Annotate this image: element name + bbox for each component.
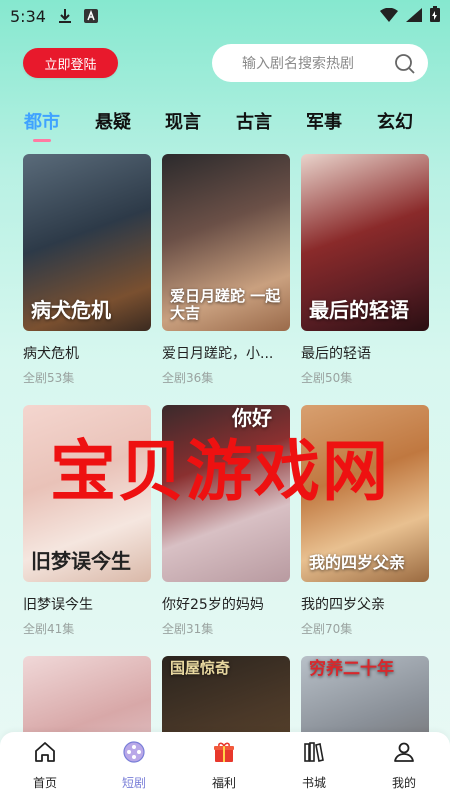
card-title: 你好25岁的妈妈	[162, 597, 264, 613]
poster-image[interactable]: 最后的轻语	[301, 154, 429, 331]
tab-guyan[interactable]: 古言	[236, 108, 272, 134]
drama-card[interactable]	[23, 656, 151, 734]
nav-bookstore[interactable]: 书城	[279, 740, 349, 791]
episode-count: 全剧53集	[23, 371, 75, 385]
poster-title: 我的四岁父亲	[309, 553, 406, 573]
card-title: 病犬危机	[23, 346, 79, 362]
wifi-icon	[380, 7, 398, 26]
bottom-nav: 首页 短剧 福利 书城 我的	[0, 732, 450, 800]
card-title: 旧梦误今生	[23, 597, 93, 613]
a-box-icon	[83, 9, 98, 23]
poster-image[interactable]: 穷养二十年	[301, 656, 429, 734]
download-icon	[58, 8, 72, 24]
nav-label: 我的	[391, 776, 416, 790]
episode-count: 全剧70集	[301, 622, 353, 636]
episode-count: 全剧31集	[162, 622, 214, 636]
poster-title: 最后的轻语	[309, 298, 409, 322]
card-title: 爱日月蹉跎，小...	[162, 346, 274, 362]
status-bar: 5:34	[0, 0, 450, 32]
tab-xuanyi[interactable]: 悬疑	[95, 108, 131, 134]
search-icon[interactable]	[394, 53, 416, 79]
header: 立即登陆 输入剧名搜索热剧	[0, 44, 450, 84]
books-icon	[302, 740, 326, 768]
search-placeholder: 输入剧名搜索热剧	[242, 56, 354, 72]
card-title: 最后的轻语	[301, 346, 371, 362]
tab-junshi[interactable]: 军事	[306, 108, 342, 134]
episode-count: 全剧36集	[162, 371, 214, 385]
active-tab-indicator	[33, 139, 51, 142]
user-icon	[392, 740, 416, 768]
nav-home[interactable]: 首页	[10, 740, 80, 791]
search-bar[interactable]: 输入剧名搜索热剧	[212, 44, 428, 82]
login-button[interactable]: 立即登陆	[23, 48, 118, 78]
poster-image[interactable]: 国屋惊奇	[162, 656, 290, 734]
film-reel-icon	[122, 740, 146, 768]
nav-label: 短剧	[121, 776, 146, 790]
card-title: 我的四岁父亲	[301, 597, 385, 613]
episode-count: 全剧41集	[23, 622, 75, 636]
nav-welfare[interactable]: 福利	[189, 740, 259, 791]
watermark-text: 宝贝游戏网	[50, 432, 390, 510]
drama-card[interactable]: 国屋惊奇	[162, 656, 290, 734]
category-tabs: 都市 悬疑 现言 古言 军事 玄幻	[0, 108, 450, 148]
poster-title: 病犬危机	[31, 298, 111, 322]
drama-card[interactable]: 最后的轻语 最后的轻语 全剧50集	[301, 154, 429, 386]
nav-label: 首页	[32, 776, 57, 790]
poster-image[interactable]: 病犬危机	[23, 154, 151, 331]
poster-image[interactable]: 爱日月蹉跎 一起大吉	[162, 154, 290, 331]
poster-title: 爱日月蹉跎 一起大吉	[170, 287, 281, 322]
poster-image[interactable]	[23, 656, 151, 734]
drama-card[interactable]: 爱日月蹉跎 一起大吉 爱日月蹉跎，小... 全剧36集	[162, 154, 290, 386]
signal-icon	[406, 7, 422, 26]
drama-card[interactable]: 病犬危机 病犬危机 全剧53集	[23, 154, 151, 386]
nav-shorts[interactable]: 短剧	[99, 740, 169, 791]
nav-mine[interactable]: 我的	[369, 740, 439, 791]
battery-icon	[430, 6, 440, 26]
drama-card[interactable]: 穷养二十年	[301, 656, 429, 734]
nav-label: 福利	[211, 776, 236, 790]
tab-dushi[interactable]: 都市	[24, 108, 60, 134]
episode-count: 全剧50集	[301, 371, 353, 385]
poster-title: 穷养二十年	[309, 659, 394, 679]
tab-xuanhuan[interactable]: 玄幻	[377, 108, 413, 134]
gift-icon	[212, 740, 236, 768]
poster-title: 国屋惊奇	[170, 659, 231, 677]
poster-title: 旧梦误今生	[31, 549, 131, 573]
nav-label: 书城	[301, 776, 326, 790]
tab-xianyan[interactable]: 现言	[165, 108, 201, 134]
home-icon	[33, 740, 57, 768]
status-time: 5:34	[10, 6, 46, 26]
